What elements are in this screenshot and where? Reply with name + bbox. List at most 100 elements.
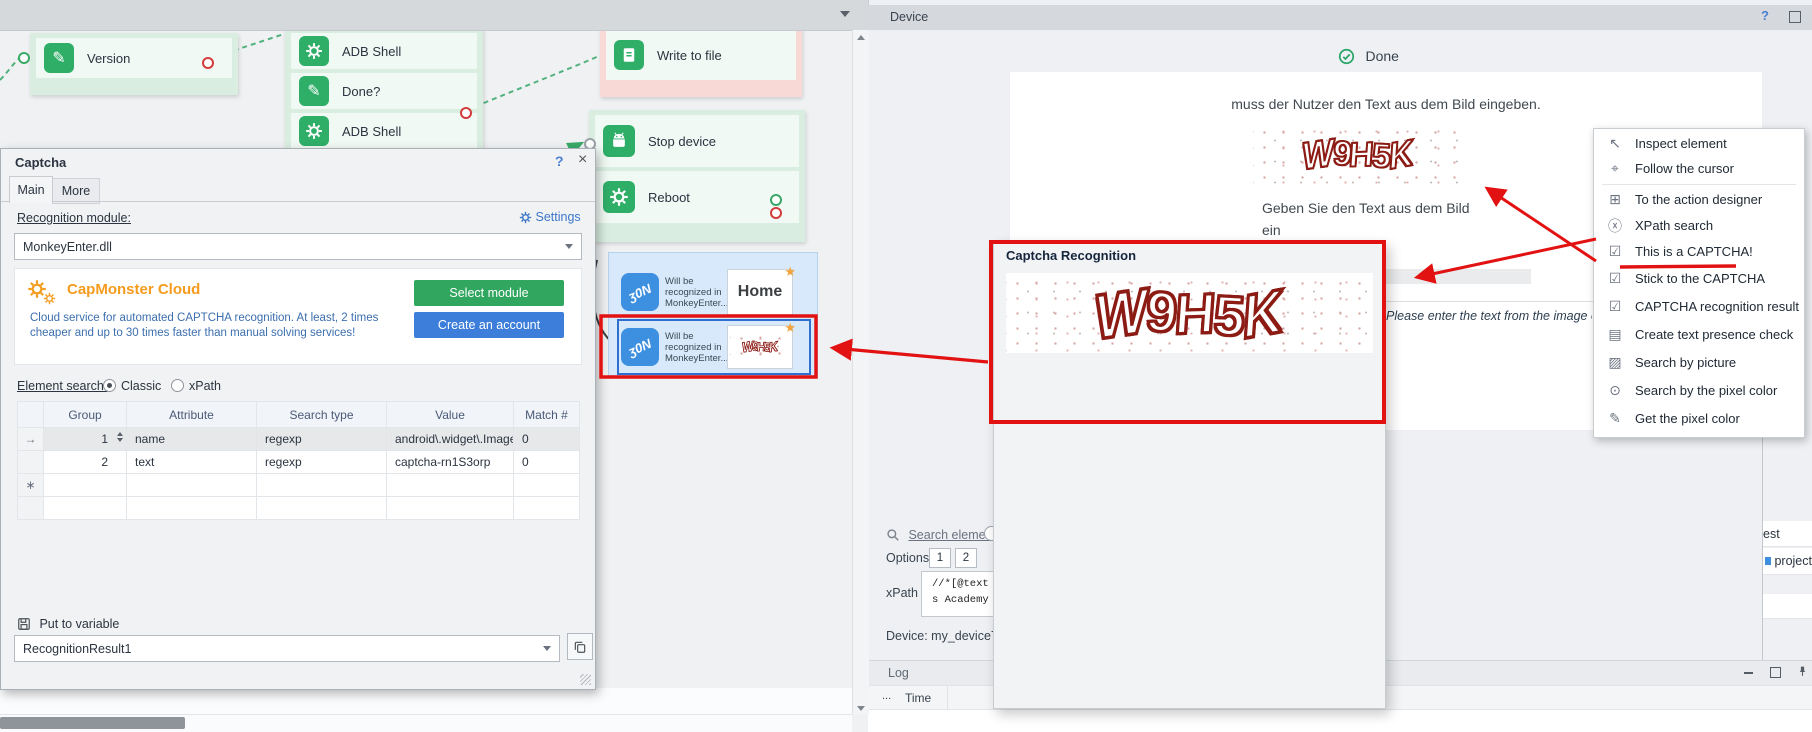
- cell-empty[interactable]: [387, 474, 514, 497]
- resize-grip[interactable]: [580, 674, 591, 685]
- flow-node-write-to-file[interactable]: Write to file: [606, 30, 796, 80]
- copy-variable-button[interactable]: [567, 633, 593, 660]
- tab-main[interactable]: Main: [9, 176, 53, 203]
- module-select[interactable]: MonkeyEnter.dll: [14, 233, 582, 260]
- menu-item-action-designer[interactable]: ⊞To the action designer: [1594, 187, 1804, 212]
- table-row[interactable]: 2 text regexp captcha-rn1S3orp 0: [18, 451, 580, 474]
- row-marker-new: ∗: [18, 474, 44, 497]
- col-match[interactable]: Match #: [514, 402, 580, 428]
- capmonster-title: CapMonster Cloud: [67, 281, 200, 298]
- port-out-error[interactable]: [460, 107, 472, 119]
- scroll-up-icon[interactable]: [857, 35, 865, 40]
- cell-empty[interactable]: [127, 474, 257, 497]
- help-icon[interactable]: ?: [555, 153, 564, 169]
- document-icon: [614, 40, 644, 70]
- col-group[interactable]: Group: [44, 402, 127, 428]
- cell-search-type[interactable]: regexp: [257, 451, 387, 474]
- col-search-type[interactable]: Search type: [257, 402, 387, 428]
- help-icon[interactable]: ?: [1761, 8, 1769, 23]
- star-icon: ★: [784, 264, 796, 280]
- cell-value[interactable]: android\.widget\.Image: [387, 428, 514, 451]
- panel-dropdown-caret-icon[interactable]: [840, 11, 850, 17]
- check-circle-icon: [1338, 48, 1355, 65]
- radio-xpath[interactable]: [171, 379, 184, 392]
- menu-item-xpath-search[interactable]: ⓧXPath search: [1594, 213, 1804, 238]
- pin-icon[interactable]: [1796, 665, 1809, 678]
- xpath-search-icon: ⓧ: [1606, 216, 1624, 236]
- cell-empty[interactable]: [44, 474, 127, 497]
- cell-filler: [127, 497, 257, 520]
- menu-item-search-pixel-color[interactable]: ⊙Search by the pixel color: [1594, 378, 1804, 403]
- tree-fragment-project[interactable]: project: [1763, 548, 1812, 575]
- menu-item-get-pixel-color[interactable]: ✎Get the pixel color: [1594, 406, 1804, 431]
- close-icon[interactable]: ×: [578, 151, 587, 169]
- select-module-button[interactable]: Select module: [414, 280, 564, 306]
- cell-attribute[interactable]: name: [127, 428, 257, 451]
- settings-link[interactable]: Settings: [519, 210, 581, 224]
- flow-group-write[interactable]: Write to file: [600, 25, 802, 97]
- minimize-icon[interactable]: [1744, 672, 1753, 674]
- radio-classic[interactable]: [103, 379, 116, 392]
- menu-item-stick-captcha[interactable]: ☑Stick to the CAPTCHA: [1594, 266, 1804, 291]
- cell-empty[interactable]: [514, 474, 580, 497]
- flow-node-reboot[interactable]: Reboot: [595, 171, 799, 223]
- log-col-time[interactable]: Time: [905, 691, 931, 705]
- radio-classic-label[interactable]: Classic: [121, 379, 161, 393]
- list-item-home[interactable]: ʒ0N Will be recognized in MonkeyEnter...…: [621, 267, 805, 317]
- put-to-variable[interactable]: Put to variable: [17, 615, 119, 633]
- node-label: Write to file: [657, 48, 722, 63]
- cell-match[interactable]: 0: [514, 451, 580, 474]
- recognition-module-label[interactable]: Recognition module:: [17, 211, 131, 225]
- captcha-check-icon: ☑: [1606, 243, 1624, 260]
- flow-group-adb[interactable]: ADB Shell ✎ Done? ADB Shell: [285, 28, 483, 160]
- port-out-error[interactable]: [770, 207, 782, 219]
- radio-xpath-label[interactable]: xPath: [189, 379, 221, 393]
- cell-match[interactable]: 0: [514, 428, 580, 451]
- search-element-link[interactable]: Search element: [886, 526, 996, 544]
- variable-select[interactable]: RecognitionResult1: [14, 635, 560, 662]
- tab-fragment-test[interactable]: est: [1763, 521, 1812, 547]
- vertical-scrollbar[interactable]: [852, 30, 869, 714]
- cell-search-type[interactable]: regexp: [257, 428, 387, 451]
- flow-node-adb-shell-2[interactable]: ADB Shell: [291, 113, 477, 149]
- port-out-success[interactable]: [770, 194, 782, 206]
- maximize-icon[interactable]: [1789, 11, 1801, 23]
- menu-item-follow-cursor[interactable]: ⌖Follow the cursor: [1594, 156, 1804, 181]
- option-2-button[interactable]: 2: [955, 548, 977, 568]
- col-attribute[interactable]: Attribute: [127, 402, 257, 428]
- table-row[interactable]: → 1 name regexp android\.widget\.Image 0: [18, 428, 580, 451]
- cell-filler: [514, 497, 580, 520]
- element-search-label[interactable]: Element search:: [17, 379, 107, 393]
- inspect-element-icon: ↖: [1606, 135, 1624, 152]
- scrollbar-thumb[interactable]: [0, 717, 185, 729]
- flow-node-adb-shell[interactable]: ADB Shell: [291, 33, 477, 69]
- log-col-more[interactable]: ...: [882, 690, 891, 702]
- popup-title: Captcha Recognition: [1006, 248, 1136, 263]
- port-out-error[interactable]: [202, 57, 214, 69]
- menu-item-search-picture[interactable]: ▨Search by picture: [1594, 350, 1804, 375]
- option-1-button[interactable]: 1: [929, 548, 951, 568]
- scroll-down-icon[interactable]: [857, 706, 865, 711]
- col-value[interactable]: Value: [387, 402, 514, 428]
- create-account-button[interactable]: Create an account: [414, 312, 564, 338]
- screen-instruction: muss der Nutzer den Text aus dem Bild ei…: [1060, 96, 1712, 112]
- menu-item-captcha-result[interactable]: ☑CAPTCHA recognition result: [1594, 294, 1804, 319]
- menu-item-this-is-captcha[interactable]: ☑This is a CAPTCHA!: [1594, 239, 1804, 264]
- cell-empty[interactable]: [257, 474, 387, 497]
- cell-group[interactable]: 2: [44, 451, 127, 474]
- list-item-captcha[interactable]: ʒ0N Will be recognized in MonkeyEnter...…: [617, 319, 811, 375]
- captcha-result-icon: ☑: [1606, 298, 1624, 315]
- cell-group[interactable]: 1: [44, 428, 127, 451]
- menu-item-text-presence[interactable]: ▤Create text presence check: [1594, 322, 1804, 347]
- cell-value[interactable]: captcha-rn1S3orp: [387, 451, 514, 474]
- menu-item-inspect-element[interactable]: ↖Inspect element: [1594, 131, 1804, 156]
- log-content: [868, 710, 1812, 732]
- cell-attribute[interactable]: text: [127, 451, 257, 474]
- spinner-icon[interactable]: [117, 432, 123, 442]
- table-row-new[interactable]: ∗: [18, 474, 580, 497]
- flow-node-stop-device[interactable]: Stop device: [595, 115, 799, 167]
- maximize-icon[interactable]: [1770, 667, 1781, 678]
- port-in[interactable]: [18, 52, 30, 64]
- flow-node-done[interactable]: ✎ Done?: [291, 73, 477, 109]
- flow-group-stop[interactable]: Stop device Reboot: [589, 110, 805, 242]
